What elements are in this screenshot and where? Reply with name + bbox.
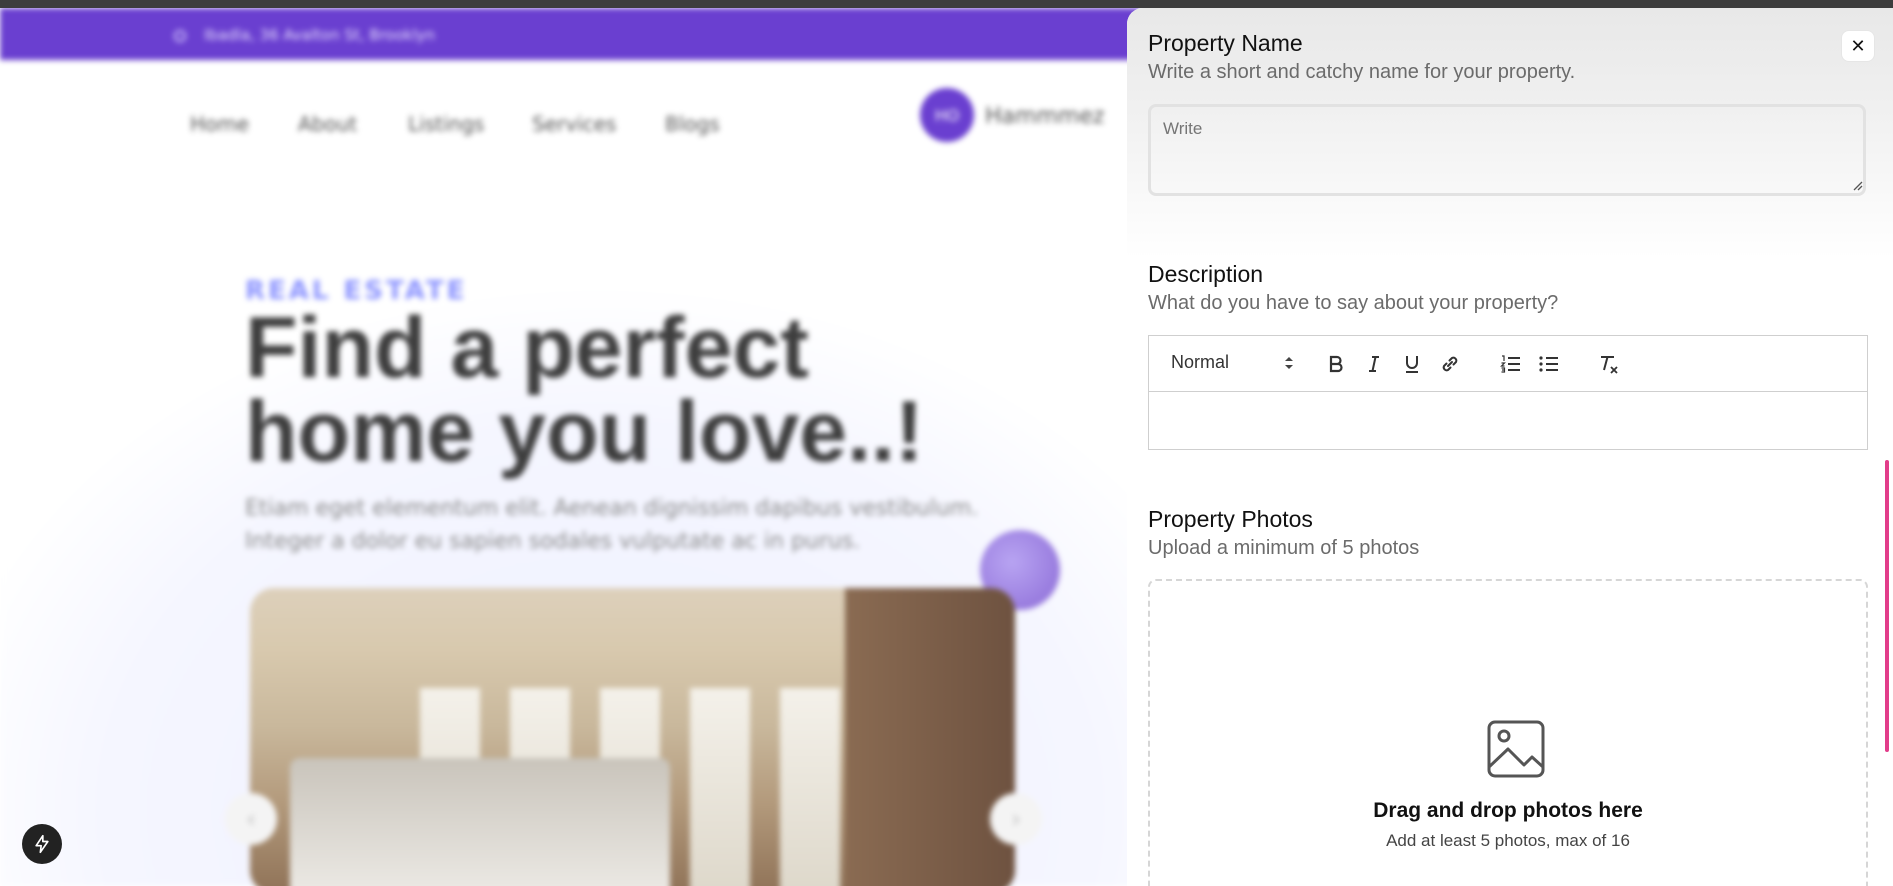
clear-format-button[interactable] — [1596, 351, 1622, 377]
property-photos-subtitle: Upload a minimum of 5 photos — [1148, 537, 1420, 559]
property-name-subtitle: Write a short and catchy name for your p… — [1148, 61, 1576, 83]
background-content: Ibadla, 36 Avalton St, Brooklyn Home Abo… — [0, 8, 1140, 886]
property-photos-title: Property Photos — [1148, 506, 1313, 532]
user-name[interactable]: Hammmez — [985, 104, 1104, 129]
bullet-list-icon — [1539, 356, 1558, 372]
description-editor-body[interactable] — [1149, 392, 1867, 449]
bullet-list-button[interactable] — [1536, 351, 1562, 377]
select-caret-icon — [1285, 357, 1293, 369]
room-window — [690, 688, 750, 886]
dropzone-title: Drag and drop photos here — [1373, 799, 1643, 822]
resize-handle-icon[interactable] — [1851, 179, 1863, 191]
clear-format-icon — [1601, 356, 1618, 374]
promo-bar: Ibadla, 36 Avalton St, Brooklyn — [0, 8, 1140, 60]
underline-icon — [1406, 356, 1418, 373]
quick-action-button[interactable] — [22, 824, 62, 864]
carousel-next-button[interactable]: › — [990, 793, 1042, 845]
property-name-title: Property Name — [1148, 30, 1303, 56]
heading-format-value: Normal — [1171, 352, 1230, 372]
image-icon — [1487, 720, 1545, 778]
chevron-right-icon: › — [1011, 805, 1021, 833]
chevron-left-icon: ‹ — [246, 805, 256, 833]
bold-button[interactable] — [1323, 351, 1349, 377]
panel-scrollbar-thumb[interactable] — [1885, 460, 1889, 752]
nav-item-home[interactable]: Home — [190, 112, 249, 136]
nav-item-services[interactable]: Services — [532, 112, 616, 136]
editor-toolbar: Normal — [1149, 336, 1867, 392]
ordered-list-button[interactable] — [1498, 351, 1524, 377]
link-button[interactable] — [1437, 351, 1463, 377]
bold-icon — [1329, 355, 1343, 373]
italic-icon — [1369, 356, 1379, 372]
description-title: Description — [1148, 261, 1264, 287]
heading-format-select[interactable]: Normal — [1171, 352, 1295, 376]
description-subtitle: What do you have to say about your prope… — [1148, 292, 1559, 314]
italic-button[interactable] — [1361, 351, 1387, 377]
location-icon — [174, 30, 186, 42]
hero-subtitle: Etiam eget elementum elit. Aenean dignis… — [245, 496, 979, 554]
browser-top-strip — [0, 0, 1893, 8]
link-icon — [1442, 356, 1458, 372]
nav-item-about[interactable]: About — [298, 112, 357, 136]
underline-button[interactable] — [1399, 351, 1425, 377]
ordered-list-icon — [1500, 355, 1520, 373]
property-name-input[interactable] — [1148, 104, 1866, 196]
room-bed — [290, 758, 670, 886]
promo-text: Ibadla, 36 Avalton St, Brooklyn — [204, 26, 436, 44]
room-wood-panel — [845, 588, 1015, 886]
lightning-icon — [35, 834, 49, 854]
close-button[interactable]: ✕ — [1841, 30, 1875, 62]
avatar[interactable]: HO — [920, 88, 974, 142]
room-window — [780, 688, 840, 886]
description-editor: Normal — [1148, 335, 1868, 450]
dropzone-subtitle: Add at least 5 photos, max of 16 — [1386, 831, 1630, 850]
hero-title: Find a perfect home you love..! — [245, 300, 924, 480]
hero-image — [250, 588, 1015, 886]
photo-dropzone[interactable]: Drag and drop photos here Add at least 5… — [1148, 579, 1868, 886]
add-property-panel: ✕ Property Name Write a short and catchy… — [1127, 8, 1893, 886]
nav-item-blogs[interactable]: Blogs — [665, 112, 720, 136]
close-icon: ✕ — [1850, 35, 1866, 57]
carousel-prev-button[interactable]: ‹ — [225, 793, 277, 845]
nav-item-listings[interactable]: Listings — [408, 112, 484, 136]
